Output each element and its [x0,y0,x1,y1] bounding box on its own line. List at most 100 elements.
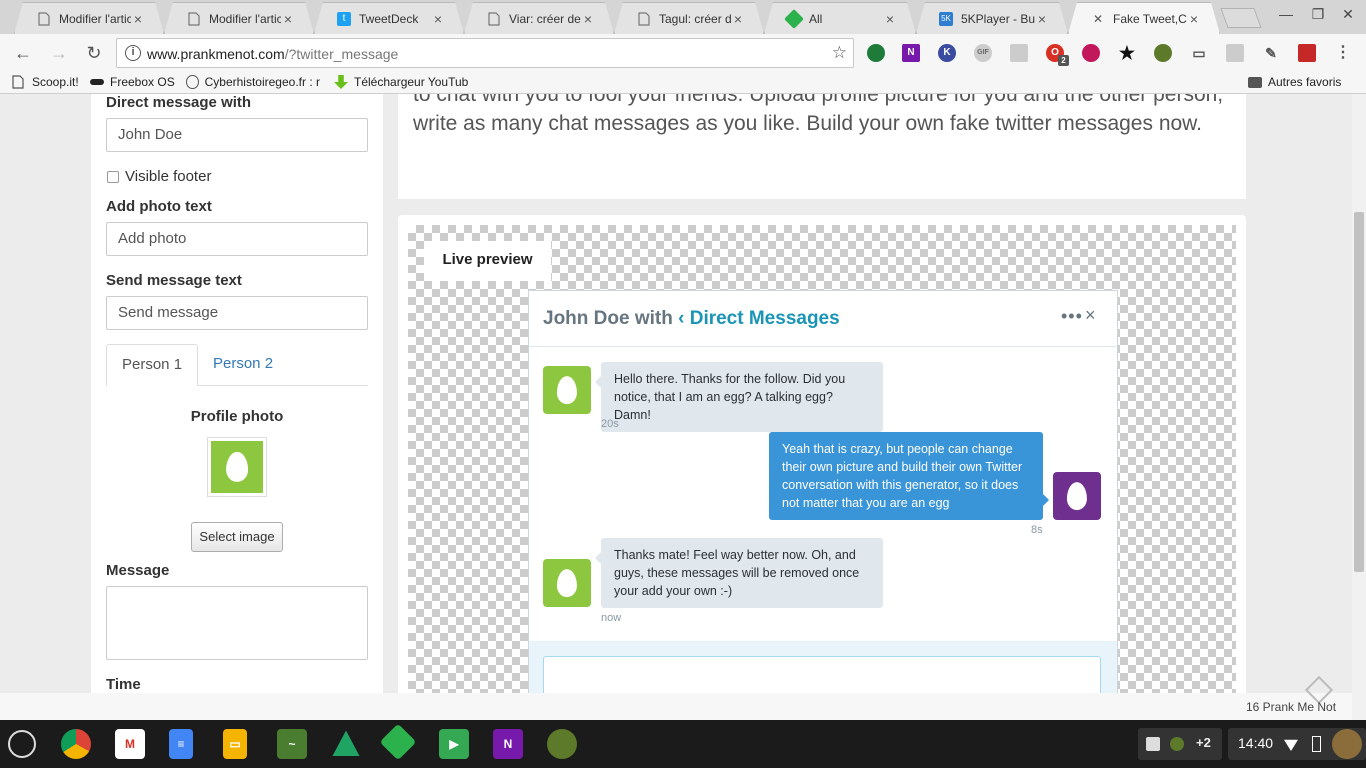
bookmark-scoopit[interactable]: Scoop.it! [12,75,79,89]
direct-messages-link[interactable]: ‹ Direct Messages [678,308,840,329]
info-icon[interactable]: i [125,45,141,61]
other-bookmarks[interactable]: Autres favoris [1248,75,1341,89]
tab-close-icon[interactable]: × [731,11,745,27]
more-options-icon[interactable]: ••• [1061,306,1083,327]
play-store-app-icon[interactable]: ▶ [439,729,469,759]
message-bubble-2: Yeah that is crazy, but people can chang… [769,432,1049,520]
wifi-icon [1284,739,1298,751]
doc-icon [487,11,501,26]
message-label: Message [106,562,170,579]
gmail-app-icon[interactable]: M [115,729,145,759]
clock-time: 14:40 [1238,735,1274,751]
message-bubble-1: Hello there. Thanks for the follow. Did … [595,362,883,432]
back-icon[interactable]: ← [12,42,34,64]
address-bar[interactable]: i www.prankmenot.com/?twitter_message ☆ [116,38,854,68]
browser-tab-3[interactable]: t TweetDeck × [314,2,464,34]
feedly-icon [784,8,804,29]
select-image-button[interactable]: Select image [191,522,283,552]
tab-person-1[interactable]: Person 1 [106,344,199,386]
message-bubble-3: Thanks mate! Feel way better now. Oh, an… [595,538,883,608]
turtle-app-icon[interactable] [547,729,577,759]
browser-tab-1[interactable]: Modifier l'article × [14,2,164,34]
visible-footer-label: Visible footer [125,168,212,185]
tab-close-icon[interactable]: × [883,11,897,27]
feedly-app-icon[interactable] [379,723,417,761]
bookmark-cyberhistoire[interactable]: Cyberhistoiregeo.fr : r [186,75,320,89]
docs-app-icon[interactable]: ≡ [169,729,193,759]
maximize-icon[interactable]: ❐ [1308,6,1328,23]
intro-text: to chat with you to fool your friends. U… [413,94,1224,135]
extension-badge: 2 [1058,55,1069,66]
dm-header: John Doe with ‹ Direct Messages ••• × [529,291,1117,347]
screenshot-extension-icon[interactable] [1226,44,1244,62]
page-scrollbar[interactable] [1352,94,1366,720]
rss-icon[interactable] [1010,44,1028,62]
doc-icon [637,11,651,26]
os-taskbar: M ≡ ▭ ~ ▶ N +2 14:40 [0,720,1366,768]
menu-kebab-icon[interactable]: ⋮ [1334,44,1352,62]
onenote-clipper-icon[interactable]: N [902,44,920,62]
pen-extension-icon[interactable]: ✎ [1262,44,1280,62]
add-photo-label: Add photo text [106,198,212,215]
reload-icon[interactable]: ↻ [83,42,105,64]
slides-app-icon[interactable]: ▭ [223,729,247,759]
tab-close-icon[interactable]: × [581,11,595,27]
visible-footer-checkbox[interactable] [107,171,119,183]
egg-avatar-icon [543,366,591,414]
add-photo-input[interactable]: Add photo [106,222,368,256]
browser-tab-7[interactable]: 5K 5KPlayer - Built- × [916,2,1068,34]
battery-icon [1312,736,1321,752]
tab-close-icon[interactable]: × [1035,11,1049,27]
browser-tab-2[interactable]: Modifier l'article × [164,2,314,34]
wave-app-icon[interactable]: ~ [277,729,307,759]
tab-title: 5KPlayer - Built- [961,11,1035,26]
tab-close-icon[interactable]: × [431,11,445,27]
gif-extension-icon[interactable]: GIF [974,44,992,62]
bookmark-freebox[interactable]: Freebox OS [90,75,175,89]
notification-tray[interactable]: +2 [1138,728,1222,760]
new-tab-button[interactable] [1220,8,1262,28]
bookmarks-bar: Scoop.it! Freebox OS Cyberhistoiregeo.fr… [0,72,1366,94]
music-extension-icon[interactable] [1082,44,1100,62]
transparent-canvas: Live preview John Doe with ‹ Direct Mess… [408,225,1236,720]
tab-title: Modifier l'article [209,11,281,26]
profile-photo-label: Profile photo [190,408,284,425]
forward-icon[interactable]: → [48,42,70,64]
bookmark-star-icon[interactable]: ☆ [832,43,847,63]
onenote-app-icon[interactable]: N [493,729,523,759]
turtle-extension-icon[interactable] [1154,44,1172,62]
book-extension-icon[interactable] [1298,44,1316,62]
extension-icon[interactable] [867,44,885,62]
window-close-icon[interactable]: ✕ [1338,6,1358,23]
scrollbar-thumb[interactable] [1354,212,1364,572]
drive-app-icon[interactable] [332,730,360,756]
star-extension-icon[interactable]: ★ [1118,44,1136,62]
egg-avatar-icon [1053,472,1101,520]
chrome-app-icon[interactable] [61,729,91,759]
tab-title: Modifier l'article [59,11,131,26]
bookmark-youtube-downloader[interactable]: Téléchargeur YouTub [334,75,468,89]
chevron-left-icon: ‹ [678,308,685,329]
status-area[interactable]: 14:40 [1228,728,1366,760]
doc-icon [37,11,51,26]
browser-tab-4[interactable]: Viar: créer des v × [464,2,614,34]
tab-close-icon[interactable]: × [281,11,295,27]
browser-tab-8-active[interactable]: ✕ Fake Tweet,Cha × [1068,2,1220,34]
k-extension-icon[interactable]: K [938,44,956,62]
folder-icon [1248,76,1262,88]
browser-tab-6[interactable]: All × [764,2,916,34]
tab-close-icon[interactable]: × [131,11,145,27]
cast-icon[interactable]: ▭ [1190,44,1208,62]
minimize-icon[interactable]: — [1276,6,1296,22]
turtle-icon [1170,737,1184,751]
download-arrow-icon [334,75,348,89]
dm-title: John Doe with ‹ Direct Messages [543,308,840,329]
send-message-input[interactable]: Send message [106,296,368,330]
browser-tab-5[interactable]: Tagul: créer des × [614,2,764,34]
launcher-icon[interactable] [8,730,36,758]
dm-close-icon[interactable]: × [1085,305,1096,326]
dm-with-input[interactable]: John Doe [106,118,368,152]
tab-close-icon[interactable]: × [1187,11,1201,27]
tab-person-2[interactable]: Person 2 [198,344,288,386]
message-textarea[interactable] [106,586,368,660]
